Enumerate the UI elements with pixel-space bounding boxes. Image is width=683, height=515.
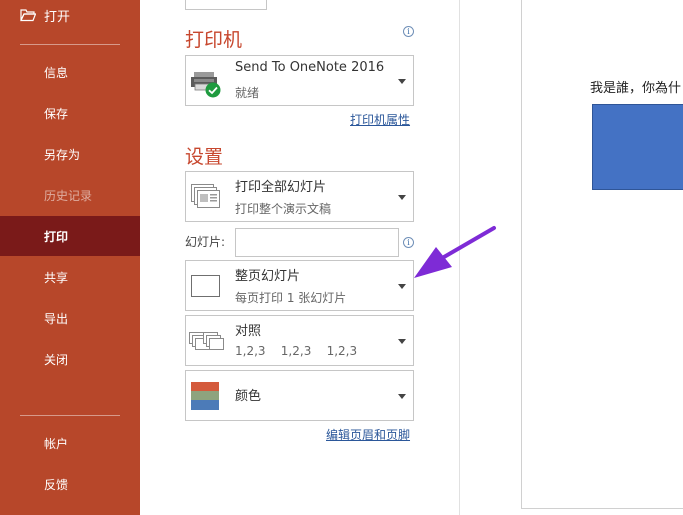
- dropdown-arrow-icon: [398, 284, 406, 289]
- print-range-title: 打印全部幻灯片: [235, 180, 327, 195]
- folder-open-icon: [20, 9, 36, 22]
- print-range-dropdown[interactable]: 打印全部幻灯片 打印整个演示文稿: [185, 171, 414, 222]
- dropdown-arrow-icon: [398, 394, 406, 399]
- print-copies-control[interactable]: [185, 0, 267, 10]
- color-swatch-icon: [191, 382, 219, 410]
- sidebar-item-close[interactable]: 关闭: [0, 339, 140, 379]
- dropdown-arrow-icon: [398, 195, 406, 200]
- slides-label: 幻灯片:: [185, 235, 226, 249]
- color-dropdown[interactable]: 颜色: [185, 370, 414, 421]
- info-icon[interactable]: i: [403, 237, 414, 248]
- sidebar-item-history: 历史记录: [44, 188, 93, 203]
- printer-section-title: 打印机: [185, 29, 243, 51]
- sidebar-item-save[interactable]: 保存: [0, 93, 140, 133]
- sidebar-item-feedback[interactable]: 反馈: [0, 464, 140, 504]
- edit-header-footer-link[interactable]: 编辑页眉和页脚: [326, 426, 410, 443]
- collate-subtitle: 1,2,3 1,2,3 1,2,3: [235, 344, 358, 358]
- print-range-subtitle: 打印整个演示文稿: [235, 202, 332, 216]
- printer-status: 就绪: [235, 86, 260, 100]
- sidebar-item-export[interactable]: 导出: [0, 298, 140, 338]
- collate-dropdown[interactable]: 对照 1,2,3 1,2,3 1,2,3: [185, 315, 414, 366]
- collate-icon: [189, 332, 224, 350]
- sidebar-item-open-label: 打开: [44, 9, 71, 25]
- sidebar-item-share[interactable]: 共享: [0, 257, 140, 297]
- slides-stack-icon: [191, 184, 220, 208]
- printer-name: Send To OneNote 2016: [235, 60, 385, 75]
- sidebar-item-account[interactable]: 帐户: [0, 423, 140, 463]
- preview-slide-shape: [592, 104, 683, 190]
- backstage-sidebar: 打开 信息 保存 另存为 历史记录 打印 共享 导出 关闭 帐户 反馈: [0, 0, 140, 515]
- info-icon[interactable]: i: [403, 26, 414, 37]
- sidebar-item-open[interactable]: 打开: [20, 5, 70, 25]
- printer-properties-link[interactable]: 打印机属性: [350, 111, 410, 128]
- slides-input[interactable]: [235, 228, 399, 257]
- print-layout-subtitle: 每页打印 1 张幻灯片: [235, 291, 347, 305]
- dropdown-arrow-icon: [398, 79, 406, 84]
- print-layout-title: 整页幻灯片: [235, 269, 301, 284]
- print-layout-dropdown[interactable]: 整页幻灯片 每页打印 1 张幻灯片: [185, 260, 414, 311]
- color-title: 颜色: [235, 389, 262, 404]
- sidebar-divider: [20, 415, 120, 416]
- preview-slide-text: 我是誰，你為什: [590, 81, 682, 96]
- sidebar-item-print[interactable]: 打印: [0, 216, 140, 256]
- dropdown-arrow-icon: [398, 339, 406, 344]
- collate-title: 对照: [235, 324, 262, 339]
- settings-section-title: 设置: [185, 146, 224, 168]
- full-page-slide-icon: [191, 275, 220, 297]
- printer-dropdown[interactable]: Send To OneNote 2016 就绪: [185, 55, 414, 106]
- sidebar-item-info[interactable]: 信息: [0, 52, 140, 92]
- sidebar-divider: [20, 44, 120, 45]
- ready-check-icon: [205, 82, 221, 98]
- sidebar-item-save-as[interactable]: 另存为: [0, 134, 140, 174]
